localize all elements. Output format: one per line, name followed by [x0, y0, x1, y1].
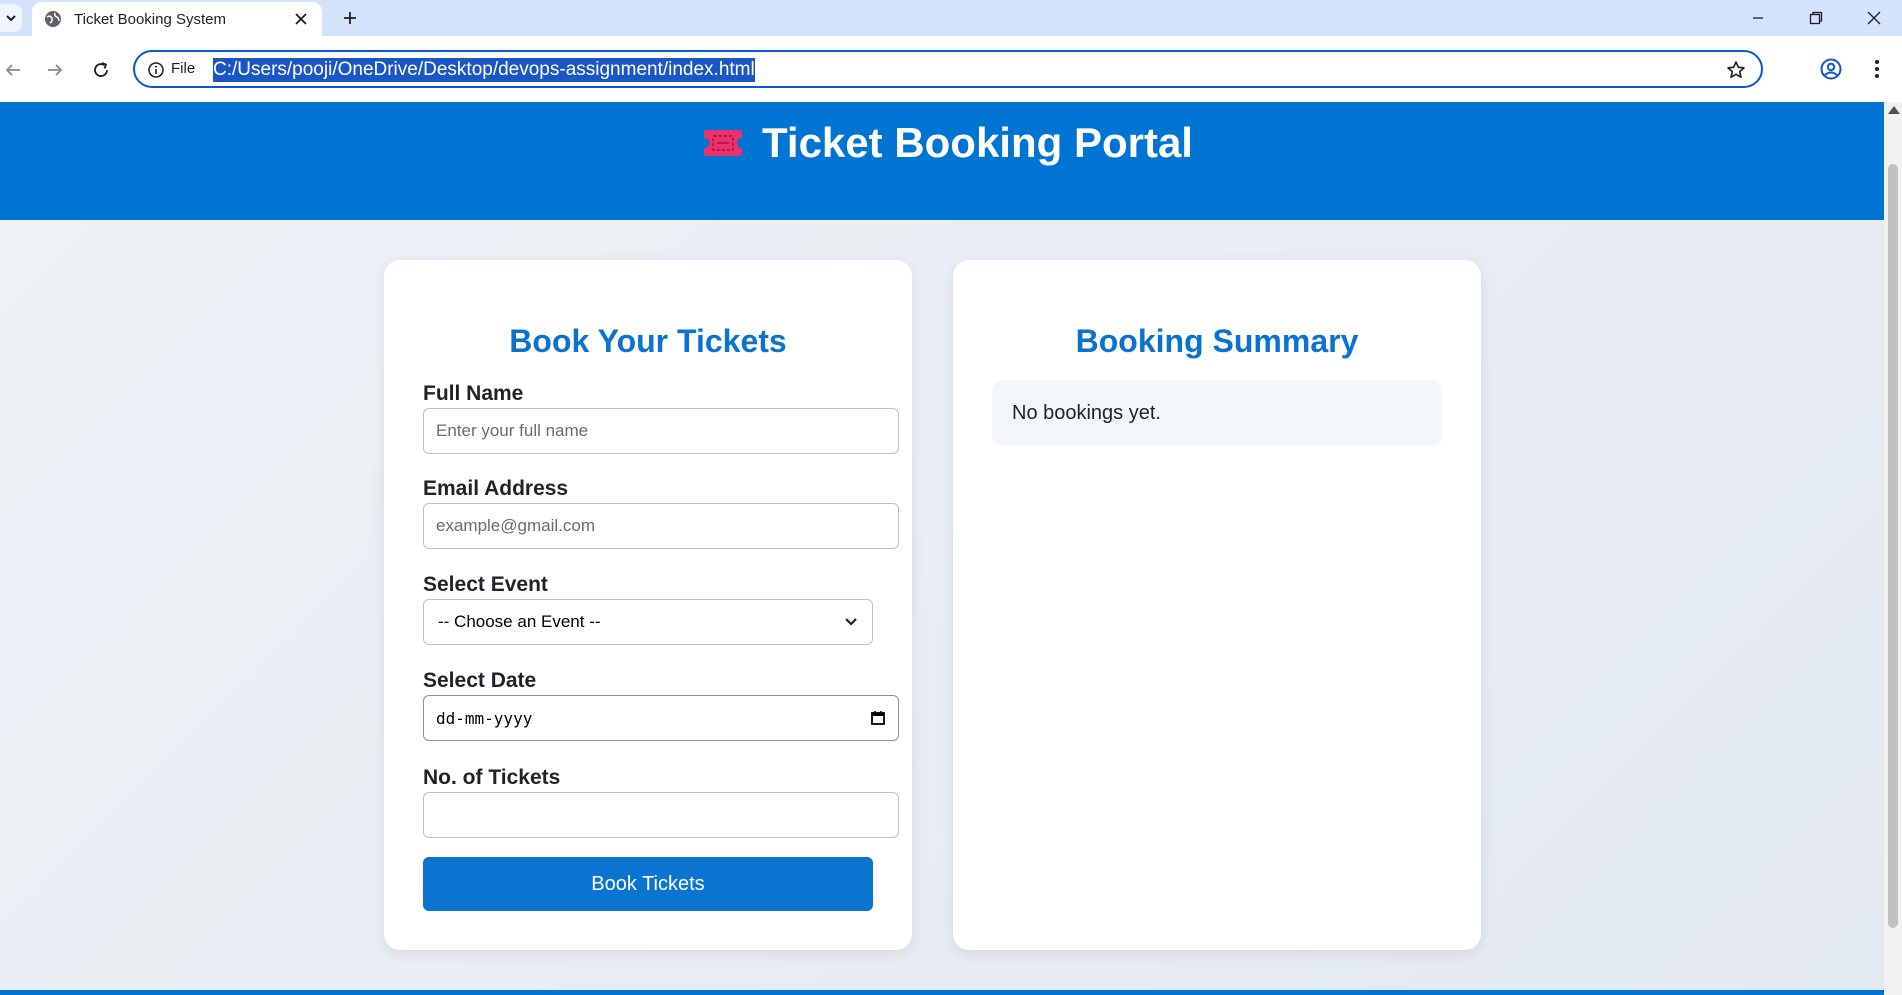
reload-button[interactable]: [86, 55, 116, 85]
full-name-input[interactable]: [423, 408, 899, 454]
summary-empty-message: No bookings yet.: [992, 380, 1442, 446]
email-input[interactable]: [423, 503, 899, 549]
booking-form-card: Book Your Tickets Full Name Email Addres…: [384, 260, 912, 950]
restore-button[interactable]: [1788, 0, 1844, 36]
chevron-down-icon: [6, 15, 16, 22]
info-icon[interactable]: [147, 61, 165, 79]
forward-button[interactable]: [40, 55, 70, 85]
scroll-thumb[interactable]: [1888, 164, 1898, 928]
full-name-label: Full Name: [423, 382, 524, 405]
browser-tab-active[interactable]: Ticket Booking System: [32, 2, 322, 36]
date-input-value: dd-mm-yyyy: [436, 708, 533, 728]
kebab-menu-icon: [1875, 60, 1879, 78]
page-viewport: Ticket Booking Portal Book Your Tickets …: [0, 102, 1884, 995]
event-select-value: -- Choose an Event --: [438, 612, 601, 631]
booking-summary-card: Booking Summary No bookings yet.: [953, 260, 1481, 950]
arrow-right-icon: [48, 64, 63, 76]
calendar-icon[interactable]: [870, 710, 886, 726]
page-title: Ticket Booking Portal: [762, 119, 1193, 166]
event-label: Select Event: [423, 573, 548, 596]
book-tickets-button[interactable]: Book Tickets: [423, 857, 873, 911]
tickets-label: No. of Tickets: [423, 766, 561, 789]
close-window-button[interactable]: [1846, 0, 1902, 36]
form-heading: Book Your Tickets: [509, 323, 787, 359]
event-select[interactable]: -- Choose an Event --: [423, 599, 873, 645]
browser-menu-button[interactable]: [1862, 54, 1892, 84]
back-button[interactable]: [0, 55, 28, 85]
minimize-button[interactable]: [1730, 0, 1786, 36]
scroll-up-arrow-icon[interactable]: [1888, 106, 1900, 114]
tab-search-button[interactable]: [0, 4, 22, 32]
plus-icon: [344, 12, 356, 24]
site-header: Ticket Booking Portal: [0, 102, 1884, 220]
close-tab-icon[interactable]: [288, 6, 314, 32]
reload-icon: [94, 62, 108, 77]
ticket-icon: [704, 130, 742, 156]
address-url[interactable]: C:/Users/pooji/OneDrive/Desktop/devops-a…: [213, 58, 755, 82]
close-icon: [1867, 11, 1881, 25]
restore-icon: [1809, 11, 1823, 25]
address-scheme: File: [171, 60, 196, 77]
summary-heading: Booking Summary: [1075, 323, 1359, 359]
tickets-input[interactable]: [423, 792, 899, 838]
arrow-left-icon: [5, 64, 20, 76]
chevron-down-icon: [845, 618, 857, 626]
new-tab-button[interactable]: [336, 4, 364, 32]
date-input[interactable]: dd-mm-yyyy: [423, 695, 899, 741]
tab-title: Ticket Booking System: [74, 10, 226, 28]
profile-button[interactable]: [1816, 54, 1846, 84]
page-scrollbar[interactable]: [1884, 102, 1902, 995]
address-bar[interactable]: File C:/Users/pooji/OneDrive/Desktop/dev…: [133, 50, 1763, 88]
date-label: Select Date: [423, 669, 537, 692]
browser-toolbar: File C:/Users/pooji/OneDrive/Desktop/dev…: [0, 36, 1902, 102]
bookmark-star-icon[interactable]: [1725, 59, 1747, 81]
browser-tab-bar: Ticket Booking System: [0, 0, 1902, 36]
minimize-icon: [1753, 17, 1763, 19]
account-icon: [1820, 58, 1842, 80]
footer-bar: [0, 990, 1884, 995]
globe-icon: [44, 10, 62, 28]
email-label: Email Address: [423, 477, 569, 500]
